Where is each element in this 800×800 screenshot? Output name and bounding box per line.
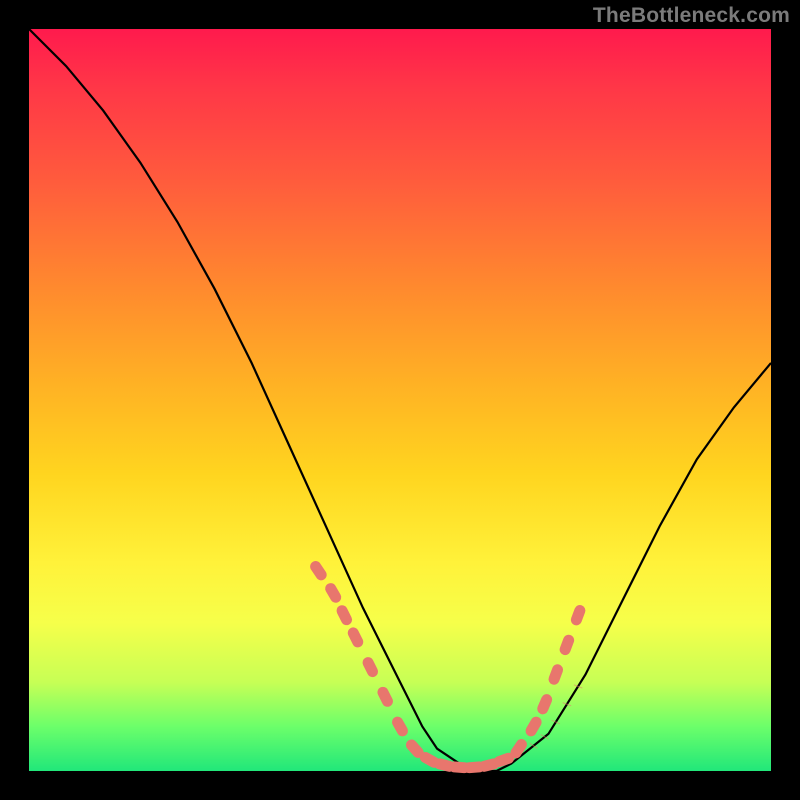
data-markers	[308, 559, 587, 774]
curve-path	[29, 29, 771, 771]
marker-pill	[390, 715, 410, 739]
marker-pill	[547, 663, 565, 687]
watermark-text: TheBottleneck.com	[593, 4, 790, 28]
marker-pill	[376, 685, 395, 709]
marker-pill	[308, 559, 329, 583]
chart-svg	[29, 29, 771, 771]
curve-hash-ticks	[530, 685, 583, 749]
marker-pill	[536, 692, 554, 716]
marker-pill	[524, 715, 544, 739]
marker-pill	[569, 603, 587, 627]
marker-pill	[558, 633, 576, 657]
marker-pill	[346, 626, 365, 650]
marker-pill	[361, 655, 380, 679]
marker-pill	[323, 581, 343, 605]
marker-pill	[335, 603, 354, 627]
chart-frame: TheBottleneck.com	[0, 0, 800, 800]
bottleneck-curve	[29, 29, 771, 771]
